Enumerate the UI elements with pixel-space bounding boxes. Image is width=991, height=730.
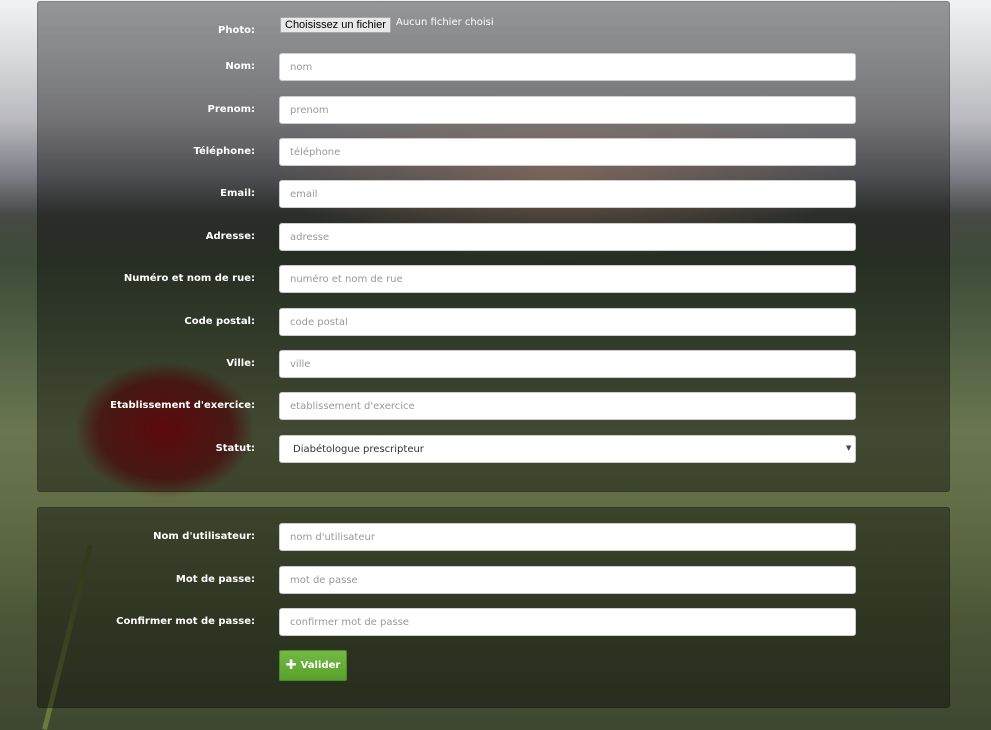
statut-select[interactable]: Diabétologue prescripteur bbox=[279, 435, 856, 463]
confirm-password-input[interactable] bbox=[279, 608, 856, 636]
etablissement-input[interactable] bbox=[279, 392, 856, 420]
confirm-password-label: Confirmer mot de passe: bbox=[116, 616, 255, 627]
email-input[interactable] bbox=[279, 180, 856, 208]
telephone-label: Téléphone: bbox=[193, 146, 255, 157]
nom-label: Nom: bbox=[225, 61, 255, 72]
statut-label: Statut: bbox=[215, 443, 255, 454]
photo-label: Photo: bbox=[218, 25, 255, 36]
adresse-label: Adresse: bbox=[205, 231, 255, 242]
code-postal-label: Code postal: bbox=[184, 316, 255, 327]
username-input[interactable] bbox=[279, 523, 856, 551]
email-label: Email: bbox=[220, 188, 255, 199]
chevron-down-icon: ▼ bbox=[846, 444, 852, 452]
valider-label: Valider bbox=[300, 660, 341, 671]
password-label: Mot de passe: bbox=[175, 574, 255, 585]
rue-label: Numéro et nom de rue: bbox=[123, 273, 255, 284]
file-status-text: Aucun fichier choisi bbox=[396, 17, 494, 28]
username-label: Nom d'utilisateur: bbox=[153, 531, 255, 542]
choose-file-button[interactable]: Choisissez un fichier bbox=[280, 17, 391, 33]
code-postal-input[interactable] bbox=[279, 308, 856, 336]
statut-value: Diabétologue prescripteur bbox=[293, 443, 424, 455]
plus-icon: ✚ bbox=[285, 658, 297, 673]
rue-input[interactable] bbox=[279, 265, 856, 293]
telephone-input[interactable] bbox=[279, 138, 856, 166]
valider-button[interactable]: ✚ Valider bbox=[279, 650, 347, 681]
ville-input[interactable] bbox=[279, 350, 856, 378]
nom-input[interactable] bbox=[279, 53, 856, 81]
adresse-input[interactable] bbox=[279, 223, 856, 251]
etablissement-label: Etablissement d'exercice: bbox=[110, 400, 255, 411]
prenom-label: Prenom: bbox=[207, 104, 255, 115]
ville-label: Ville: bbox=[226, 358, 255, 369]
prenom-input[interactable] bbox=[279, 96, 856, 124]
password-input[interactable] bbox=[279, 566, 856, 594]
